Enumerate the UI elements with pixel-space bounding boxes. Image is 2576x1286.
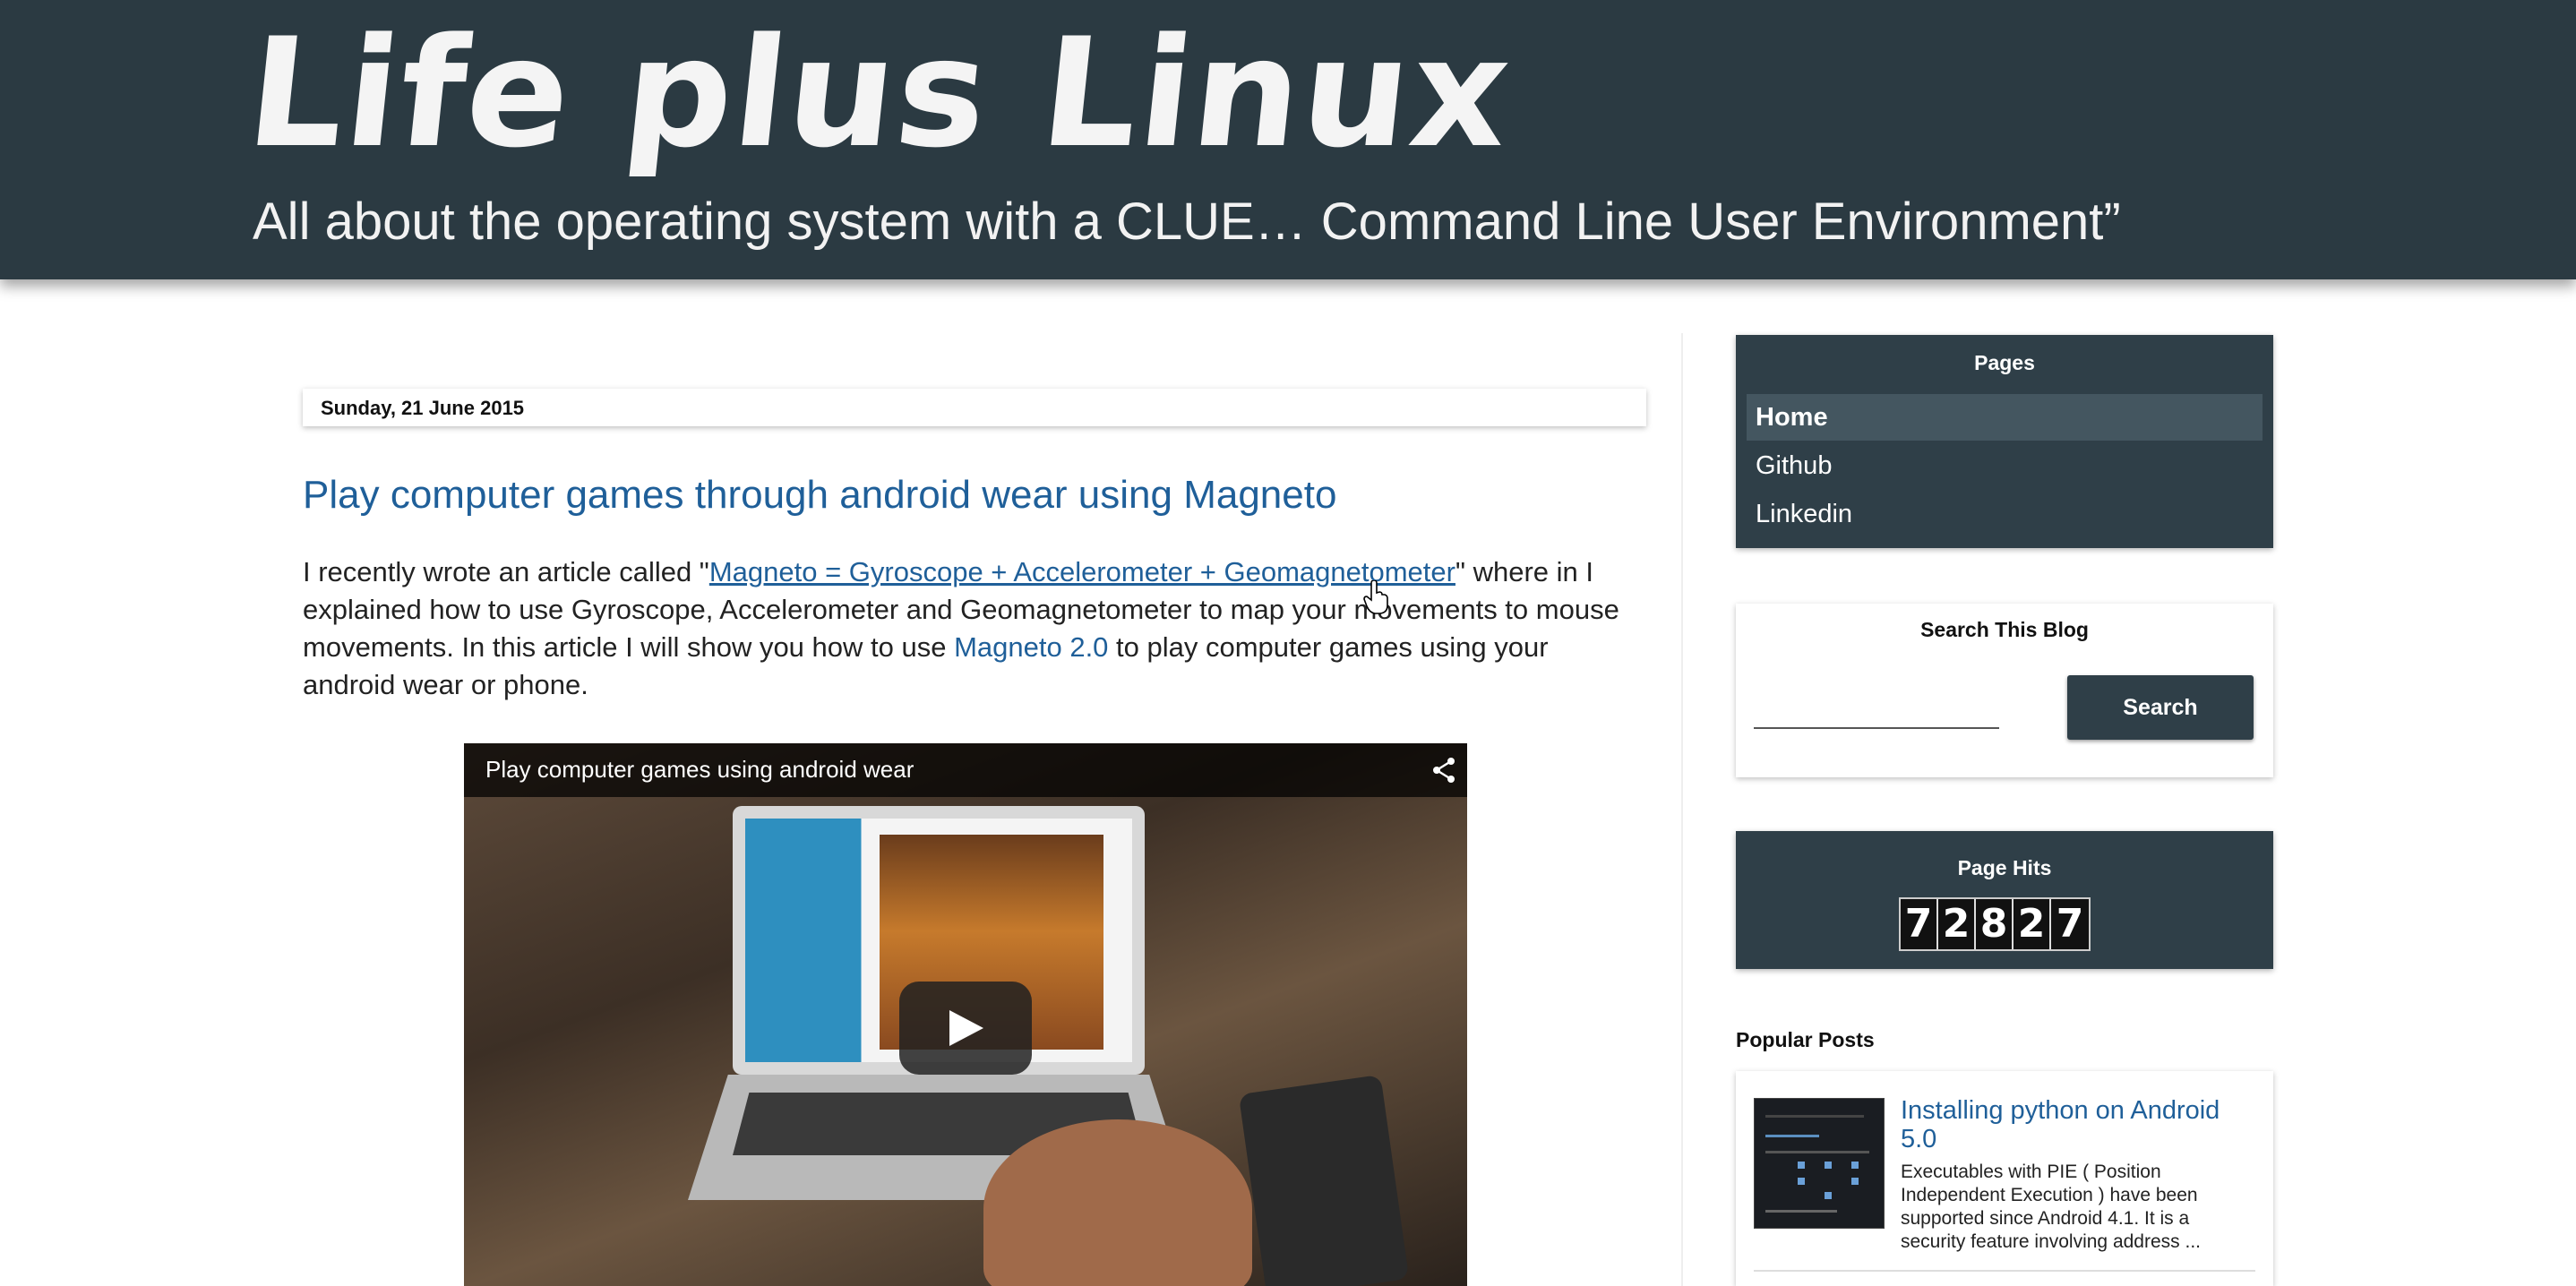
popular-post-title[interactable]: Installing python on Android 5.0 xyxy=(1901,1096,2259,1153)
popular-post-snippet: Executables with PIE ( Position Independ… xyxy=(1901,1162,2201,1252)
video-embed[interactable]: Play computer games using android wear xyxy=(464,743,1467,1286)
site-description: All about the operating system with a CL… xyxy=(253,193,2121,251)
play-icon xyxy=(949,1010,983,1046)
video-phone xyxy=(1238,1074,1410,1286)
popular-post-divider xyxy=(1754,1270,2255,1272)
hit-counter-digit: 8 xyxy=(1976,899,2014,949)
video-hand xyxy=(983,1119,1252,1286)
link-magneto-article[interactable]: Magneto = Gyroscope + Accelerometer + Ge… xyxy=(709,556,1455,587)
hit-counter-digit: 2 xyxy=(1938,899,1976,949)
popular-posts-title: Popular Posts xyxy=(1736,1028,1875,1051)
pages-widget: Pages Home Github Linkedin xyxy=(1736,335,2273,548)
search-input[interactable] xyxy=(1754,686,1999,729)
share-icon[interactable] xyxy=(1428,754,1460,786)
search-widget: Search This Blog Search xyxy=(1736,604,2273,777)
hit-counter-digit: 2 xyxy=(2014,899,2051,949)
page-hits-title: Page Hits xyxy=(1957,856,2052,879)
page-item-home[interactable]: Home xyxy=(1747,394,2263,441)
video-title[interactable]: Play computer games using android wear xyxy=(485,756,914,784)
play-button[interactable] xyxy=(899,982,1032,1075)
search-title: Search This Blog xyxy=(1920,618,2089,641)
page-item-linkedin[interactable]: Linkedin xyxy=(1747,491,2263,537)
post-body: I recently wrote an article called "Magn… xyxy=(303,553,1637,704)
column-divider xyxy=(1681,333,1683,1286)
hit-counter-digit: 7 xyxy=(1901,899,1938,949)
search-button[interactable]: Search xyxy=(2067,675,2254,740)
post-body-intro: I recently wrote an article called " xyxy=(303,556,709,587)
page-hits-widget: Page Hits 7 2 8 2 7 xyxy=(1736,831,2273,969)
link-magneto-2[interactable]: Magneto 2.0 xyxy=(954,631,1108,663)
post-title[interactable]: Play computer games through android wear… xyxy=(303,473,1336,518)
popular-post-thumbnail[interactable] xyxy=(1754,1098,1885,1229)
blog-header: Life plus Linux All about the operating … xyxy=(0,0,2576,279)
hit-counter: 7 2 8 2 7 xyxy=(1899,897,2091,951)
hit-counter-digit: 7 xyxy=(2051,899,2089,949)
site-title[interactable]: Life plus Linux xyxy=(240,5,1520,181)
pages-title: Pages xyxy=(1974,351,2035,374)
popular-posts-widget: Installing python on Android 5.0 Executa… xyxy=(1736,1071,2273,1286)
post-date: Sunday, 21 June 2015 xyxy=(321,397,525,419)
hand-cursor-icon xyxy=(1363,580,1388,614)
video-title-bar: Play computer games using android wear xyxy=(464,743,1467,797)
date-header: Sunday, 21 June 2015 xyxy=(303,389,1646,426)
page-item-github[interactable]: Github xyxy=(1747,442,2263,489)
